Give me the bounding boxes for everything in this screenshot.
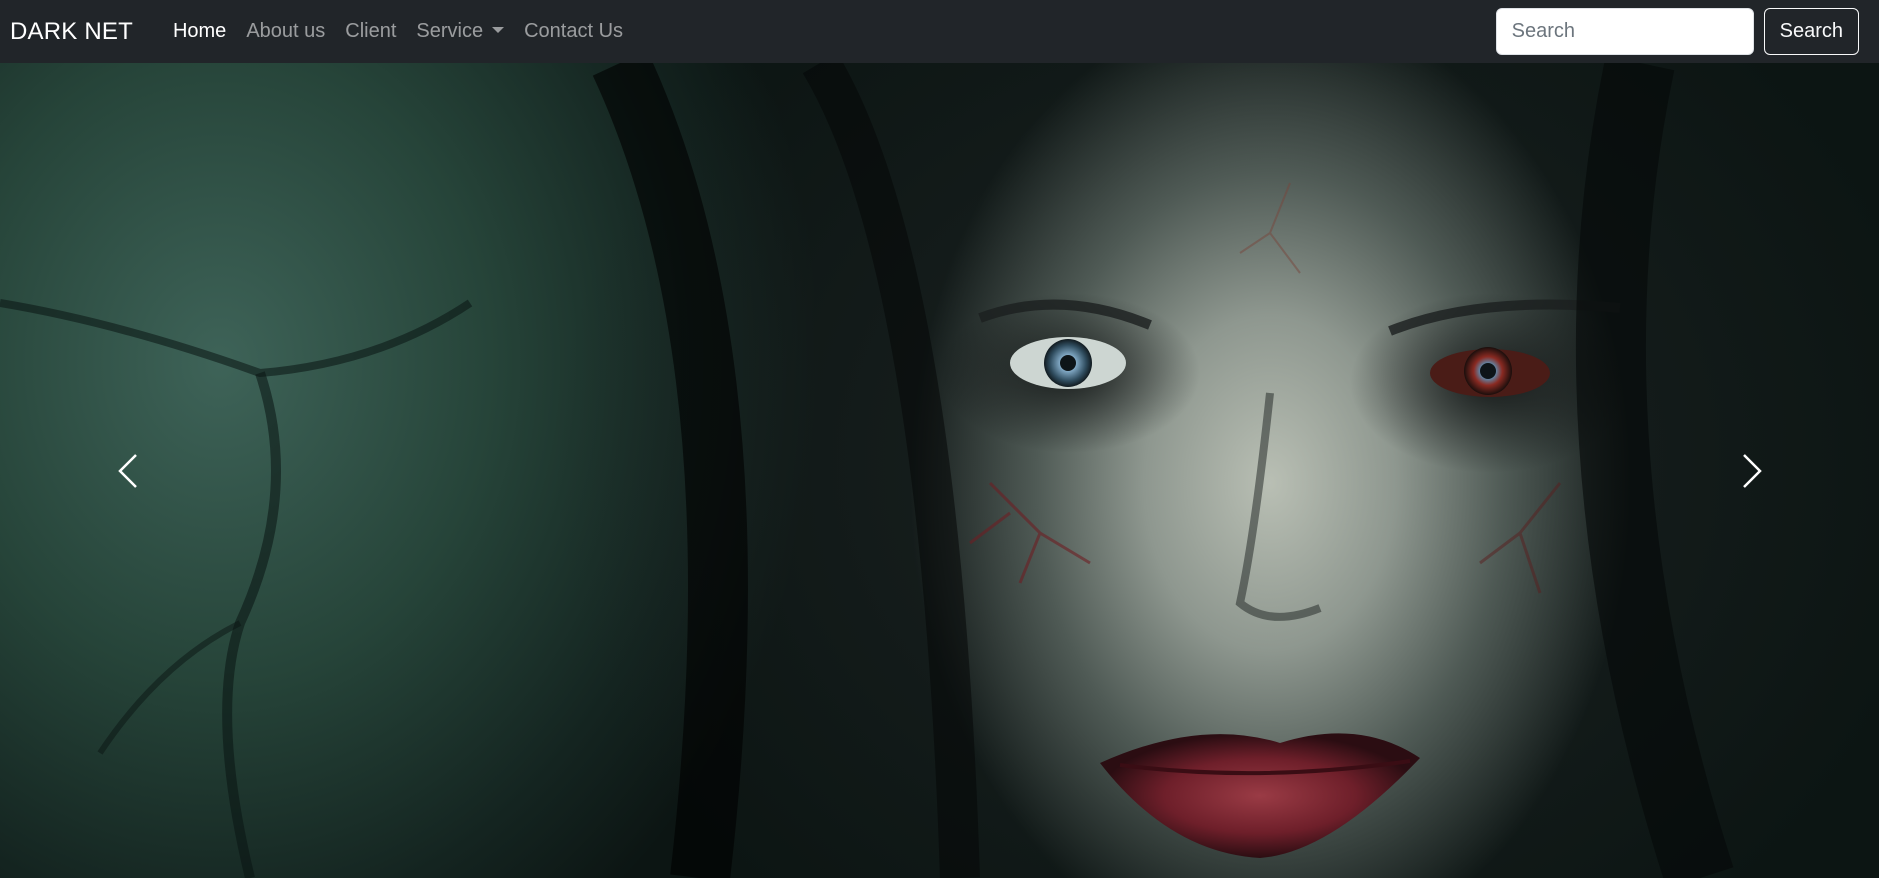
nav-link-client[interactable]: Client [335, 20, 406, 43]
nav-links: Home About us Client Service Contact Us [163, 20, 633, 43]
nav-link-service-label: Service [416, 20, 484, 42]
carousel-prev-button[interactable] [0, 63, 255, 878]
brand-logo-link[interactable]: DARK NET [10, 18, 133, 46]
chevron-right-icon [1742, 453, 1762, 488]
top-navbar: DARK NET Home About us Client Service Co… [0, 0, 1879, 63]
hero-carousel [0, 63, 1879, 878]
carousel-next-button[interactable] [1624, 63, 1879, 878]
search-input[interactable] [1495, 8, 1754, 55]
slide-artwork [0, 63, 1734, 878]
nav-link-home[interactable]: Home [163, 20, 236, 43]
nav-link-about-us[interactable]: About us [236, 20, 335, 43]
caret-down-icon [492, 27, 505, 33]
nav-link-service-dropdown[interactable]: Service [406, 20, 514, 43]
carousel-slide-image [0, 63, 1879, 878]
chevron-left-icon [117, 453, 137, 488]
search-form: Search [1495, 8, 1869, 55]
search-button[interactable]: Search [1763, 8, 1859, 55]
nav-link-contact-us[interactable]: Contact Us [514, 20, 633, 43]
